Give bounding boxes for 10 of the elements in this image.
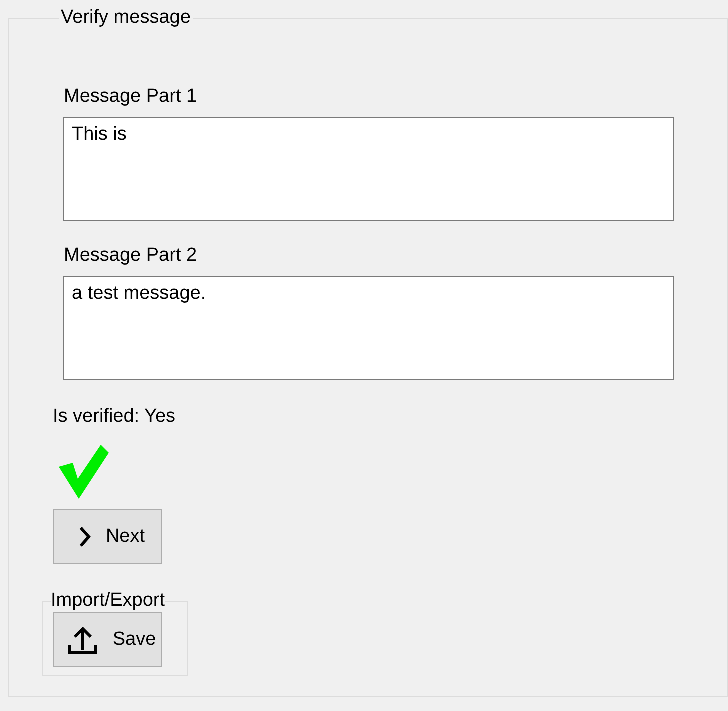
field-label: Message Part 2 bbox=[64, 244, 198, 268]
message-field[interactable]: This is bbox=[63, 117, 674, 221]
save-button[interactable]: Save bbox=[53, 612, 162, 667]
next-button[interactable]: Next bbox=[53, 509, 162, 564]
chevron-icon bbox=[78, 526, 92, 548]
group-title: Verify message bbox=[60, 7, 192, 29]
group-title: Import/Export bbox=[51, 590, 166, 612]
message-field[interactable]: a test message. bbox=[63, 276, 674, 380]
status-text: Is verified: Yes bbox=[53, 405, 177, 429]
field-label: Message Part 1 bbox=[64, 85, 198, 109]
